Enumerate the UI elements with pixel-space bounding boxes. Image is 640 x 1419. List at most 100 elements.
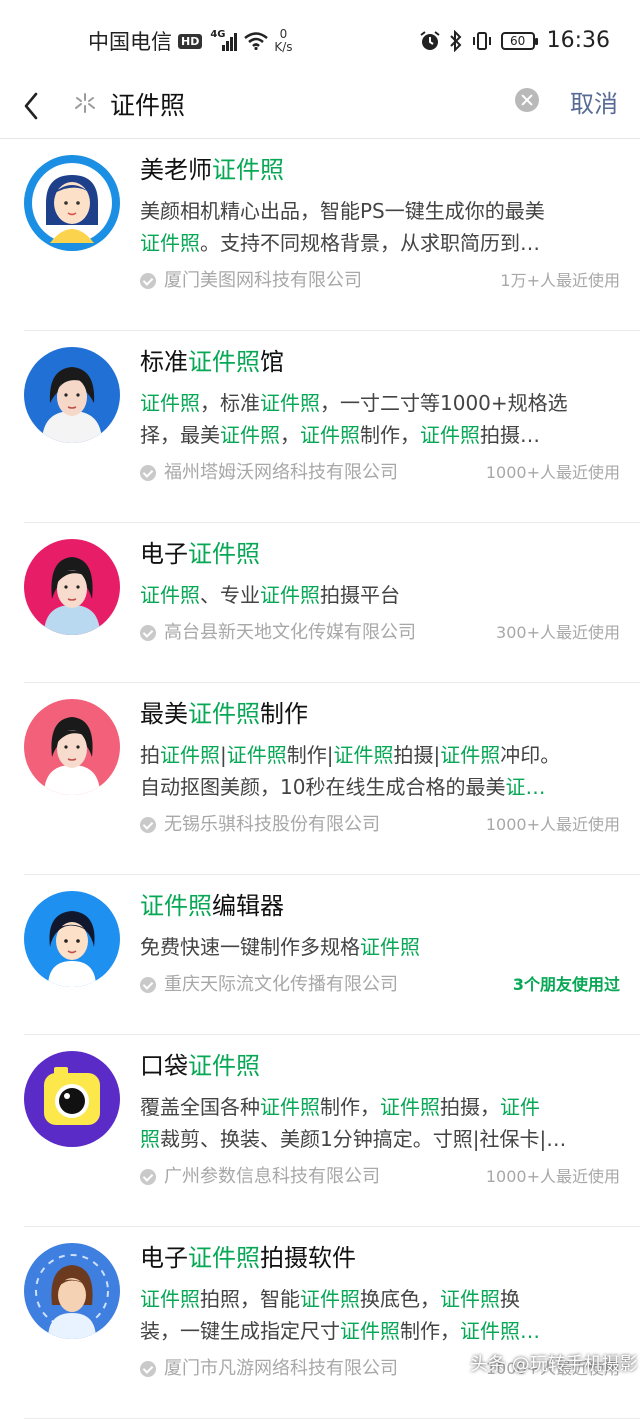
- result-description: 覆盖全国各种证件照制作，证件照拍摄，证件 照裁剪、换装、美颜1分钟搞定。寸照|社保…: [140, 1091, 620, 1155]
- result-description: 美颜相机精心出品，智能PS一键生成你的最美 证件照。支持不同规格背景，从求职简历到…: [140, 195, 620, 259]
- text-segment: 。支持不同规格背景，从求职简历到…: [200, 231, 540, 255]
- back-button[interactable]: [16, 84, 46, 128]
- carrier-label: 中国电信: [88, 30, 172, 54]
- highlight-keyword: 证件照: [260, 1095, 320, 1119]
- clear-icon[interactable]: [515, 88, 539, 112]
- highlight-keyword: 证件照: [140, 231, 200, 255]
- mini-program-logo: [24, 539, 120, 635]
- description-line: 择，最美证件照，证件照制作，证件照拍摄…: [140, 419, 620, 451]
- text-segment: 制作，: [400, 1319, 460, 1343]
- text-segment: 免费快速一键制作多规格: [140, 935, 360, 959]
- verified-check-icon: [140, 625, 156, 641]
- description-line: 美颜相机精心出品，智能PS一键生成你的最美: [140, 195, 620, 227]
- text-segment: ，标准: [200, 391, 260, 415]
- result-item[interactable]: 口袋证件照 覆盖全国各种证件照制作，证件照拍摄，证件 照裁剪、换装、美颜1分钟搞定…: [0, 1035, 640, 1227]
- highlight-keyword: 证件照: [188, 1244, 260, 1272]
- battery-icon: 60: [500, 31, 538, 50]
- developer-name: 广州参数信息科技有限公司: [164, 1166, 380, 1187]
- mini-program-logo: [24, 155, 120, 251]
- highlight-keyword: 证件照: [260, 583, 320, 607]
- highlight-keyword: 证…: [505, 775, 546, 799]
- developer-name: 高台县新天地文化传媒有限公司: [164, 622, 416, 643]
- text-segment: 换: [500, 1287, 520, 1311]
- description-line: 自动抠图美颜，10秒在线生成合格的最美证…: [140, 771, 620, 803]
- text-segment: 覆盖全国各种: [140, 1095, 260, 1119]
- description-line: 证件照拍照，智能证件照换底色，证件照换: [140, 1283, 620, 1315]
- network-speed: 0 K/s: [274, 28, 292, 54]
- highlight-keyword: 证件照: [140, 391, 200, 415]
- developer-name: 无锡乐骐科技股份有限公司: [164, 814, 380, 835]
- highlight-keyword: 证件照: [226, 743, 287, 767]
- text-segment: 换底色，: [360, 1287, 440, 1311]
- highlight-keyword: 证件照: [340, 1319, 400, 1343]
- usage-count: 1000+人最近使用: [485, 463, 620, 482]
- friends-used-label: 3个朋友使用过: [512, 975, 620, 994]
- text-segment: 拍照，智能: [200, 1287, 300, 1311]
- highlight-keyword: 证件照: [140, 1287, 200, 1311]
- description-line: 装，一键生成指定尺寸证件照制作，证件照…: [140, 1315, 620, 1347]
- battery-level: 60: [509, 33, 526, 48]
- mini-program-logo: [24, 1051, 120, 1147]
- highlight-keyword: 证件照: [188, 1052, 260, 1080]
- highlight-keyword: 证件照: [160, 743, 220, 767]
- verified-check-icon: [140, 1361, 156, 1377]
- status-left: 中国电信 HD 4G 0 K/s: [88, 26, 293, 56]
- developer-name: 厦门美图网科技有限公司: [164, 270, 362, 291]
- text-segment: 美颜相机精心出品，智能PS一键生成你的最美: [140, 199, 545, 223]
- mini-program-logo: [24, 699, 120, 795]
- text-segment: 装，一键生成指定尺寸: [140, 1319, 340, 1343]
- text-segment: |: [220, 743, 227, 767]
- result-title: 标准证件照馆: [140, 345, 620, 379]
- text-segment: 拍摄，: [440, 1095, 500, 1119]
- result-meta: 无锡乐骐科技股份有限公司 1000+人最近使用: [140, 809, 620, 841]
- wifi-icon: [244, 32, 269, 50]
- description-line: 证件照、专业证件照拍摄平台: [140, 579, 620, 611]
- usage-count: 1000+人最近使用: [485, 815, 620, 834]
- text-segment: 冲印。: [500, 743, 561, 767]
- text-segment: 拍摄平台: [320, 583, 400, 607]
- result-item[interactable]: 最美证件照制作 拍证件照|证件照制作|证件照拍摄|证件照冲印。 自动抠图美颜，10…: [0, 683, 640, 875]
- result-item[interactable]: 电子证件照拍摄软件 证件照拍照，智能证件照换底色，证件照换 装，一键生成指定尺寸证…: [0, 1227, 640, 1419]
- description-line: 免费快速一键制作多规格证件照: [140, 931, 620, 963]
- result-item[interactable]: 标准证件照馆 证件照，标准证件照，一寸二寸等1000+规格选 择，最美证件照，证件…: [0, 331, 640, 523]
- status-right: 60 16:36: [419, 28, 610, 53]
- search-input[interactable]: [110, 84, 500, 124]
- verified-check-icon: [140, 977, 156, 993]
- result-item[interactable]: 美老师证件照 美颜相机精心出品，智能PS一键生成你的最美 证件照。支持不同规格背景…: [0, 139, 640, 331]
- highlight-keyword: 证件照: [188, 348, 260, 376]
- highlight-keyword: 证件照: [220, 423, 280, 447]
- status-bar: 中国电信 HD 4G 0 K/s 60 16:36: [0, 0, 640, 78]
- text-segment: 电子: [140, 1244, 188, 1272]
- result-title: 美老师证件照: [140, 153, 620, 187]
- usage-count: 1万+人最近使用: [500, 271, 620, 290]
- verified-check-icon: [140, 817, 156, 833]
- highlight-keyword: 证件照: [140, 583, 200, 607]
- result-title: 电子证件照拍摄软件: [140, 1241, 620, 1275]
- highlight-keyword: 证件照: [420, 423, 480, 447]
- search-bar: 取消: [0, 78, 640, 139]
- clock-time: 16:36: [546, 28, 610, 53]
- result-meta: 福州塔姆沃网络科技有限公司 1000+人最近使用: [140, 457, 620, 489]
- result-title: 口袋证件照: [140, 1049, 620, 1083]
- signal-4g-icon: 4G: [210, 29, 238, 51]
- search-results-list: 美老师证件照 美颜相机精心出品，智能PS一键生成你的最美 证件照。支持不同规格背景…: [0, 139, 640, 1419]
- usage-count: 1000+人最近使用: [485, 1167, 620, 1186]
- highlight-keyword: 证件照: [333, 743, 394, 767]
- cancel-button[interactable]: 取消: [570, 84, 618, 119]
- highlight-keyword: 证件照: [440, 1287, 500, 1311]
- result-content: 证件照编辑器 免费快速一键制作多规格证件照 重庆天际流文化传播有限公司 3个朋友…: [140, 889, 620, 1001]
- text-segment: 制作，: [360, 423, 420, 447]
- result-meta: 高台县新天地文化传媒有限公司 300+人最近使用: [140, 617, 620, 649]
- result-item[interactable]: 证件照编辑器 免费快速一键制作多规格证件照 重庆天际流文化传播有限公司 3个朋友…: [0, 875, 640, 1035]
- developer-name: 福州塔姆沃网络科技有限公司: [164, 462, 398, 483]
- description-line: 拍证件照|证件照制作|证件照拍摄|证件照冲印。: [140, 739, 620, 771]
- speed-unit: K/s: [274, 40, 293, 54]
- text-segment: ，: [280, 423, 300, 447]
- result-title: 最美证件照制作: [140, 697, 620, 731]
- result-item[interactable]: 电子证件照 证件照、专业证件照拍摄平台 高台县新天地文化传媒有限公司 300+人…: [0, 523, 640, 683]
- verified-check-icon: [140, 273, 156, 289]
- result-description: 证件照、专业证件照拍摄平台: [140, 579, 620, 611]
- description-line: 覆盖全国各种证件照制作，证件照拍摄，证件: [140, 1091, 620, 1123]
- text-segment: 馆: [260, 348, 284, 376]
- result-description: 拍证件照|证件照制作|证件照拍摄|证件照冲印。 自动抠图美颜，10秒在线生成合格的…: [140, 739, 620, 803]
